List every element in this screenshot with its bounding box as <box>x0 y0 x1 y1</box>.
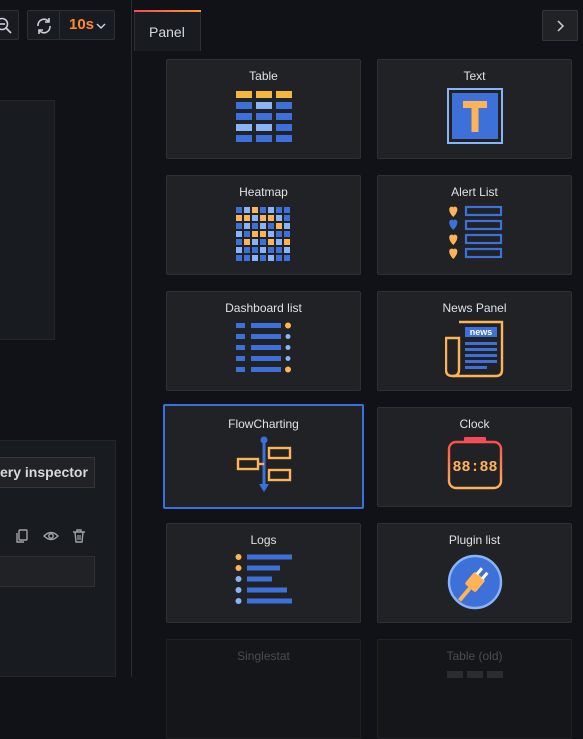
refresh-icon <box>37 18 51 34</box>
svg-text:88:88: 88:88 <box>452 459 497 476</box>
dashboard-list-icon <box>235 322 291 373</box>
refresh-interval-picker[interactable]: 10s <box>59 10 115 40</box>
viz-card-flowcharting[interactable]: FlowCharting <box>163 404 364 509</box>
drawer-tabbar: Panel <box>132 0 583 51</box>
visualization-drawer: Panel Table Text Heatmap Alert List Dash… <box>131 0 583 739</box>
viz-card-dashboard-list[interactable]: Dashboard list <box>166 291 361 391</box>
trash-icon[interactable] <box>71 528 87 544</box>
viz-card-title: Singlestat <box>237 649 290 663</box>
flowcharting-icon <box>236 436 291 492</box>
heatmap-icon <box>235 207 290 261</box>
viz-card-plugin-list[interactable]: Plugin list <box>377 523 572 623</box>
viz-card-title: Table <box>249 69 278 83</box>
viz-card-table-old[interactable]: Table (old) <box>377 639 572 739</box>
chevron-right-icon <box>557 20 565 32</box>
svg-text:news: news <box>469 327 492 337</box>
query-row <box>0 556 95 587</box>
tab-panel[interactable]: Panel <box>134 10 201 51</box>
viz-card-title: News Panel <box>442 301 507 315</box>
viz-card-table[interactable]: Table <box>166 59 361 159</box>
viz-card-title: Logs <box>250 533 277 547</box>
viz-card-title: Dashboard list <box>225 301 302 315</box>
plugin-icon <box>447 554 502 610</box>
text-icon <box>446 88 503 144</box>
tab-panel-label: Panel <box>149 24 185 40</box>
refresh-interval-value: 10s <box>69 16 95 33</box>
viz-card-title: Alert List <box>451 185 498 199</box>
viz-card-title: Text <box>463 69 486 83</box>
viz-card-title: FlowCharting <box>228 417 299 431</box>
viz-card-title: Table (old) <box>446 649 503 663</box>
news-icon: news <box>444 320 503 378</box>
viz-card-text[interactable]: Text <box>377 59 572 159</box>
viz-card-news-panel[interactable]: News Panel news <box>377 291 572 391</box>
viz-card-logs[interactable]: Logs <box>166 523 361 623</box>
logs-icon <box>235 554 292 604</box>
duplicate-query-icon[interactable] <box>14 528 30 544</box>
refresh-button[interactable] <box>27 10 60 40</box>
table-icon <box>235 91 292 142</box>
alert-list-icon <box>448 205 502 259</box>
viz-card-title: Heatmap <box>239 185 288 199</box>
viz-card-title: Clock <box>459 417 490 431</box>
drawer-toggle-button[interactable] <box>542 10 578 41</box>
zoom-out-button[interactable] <box>0 10 19 40</box>
clock-icon: 88:88 <box>447 437 502 490</box>
viz-card-heatmap[interactable]: Heatmap <box>166 175 361 275</box>
zoom-out-icon <box>0 17 12 34</box>
query-inspector-button[interactable]: ery inspector <box>0 457 95 488</box>
viz-card-clock[interactable]: Clock 88:88 <box>377 407 572 507</box>
eye-icon[interactable] <box>43 528 59 544</box>
chevron-down-icon <box>96 23 106 30</box>
viz-card-title: Plugin list <box>448 533 501 547</box>
viz-card-singlestat[interactable]: Singlestat <box>166 639 361 739</box>
table-old-icon <box>446 671 503 678</box>
viz-card-alert-list[interactable]: Alert List <box>377 175 572 275</box>
panel-preview <box>0 100 55 340</box>
